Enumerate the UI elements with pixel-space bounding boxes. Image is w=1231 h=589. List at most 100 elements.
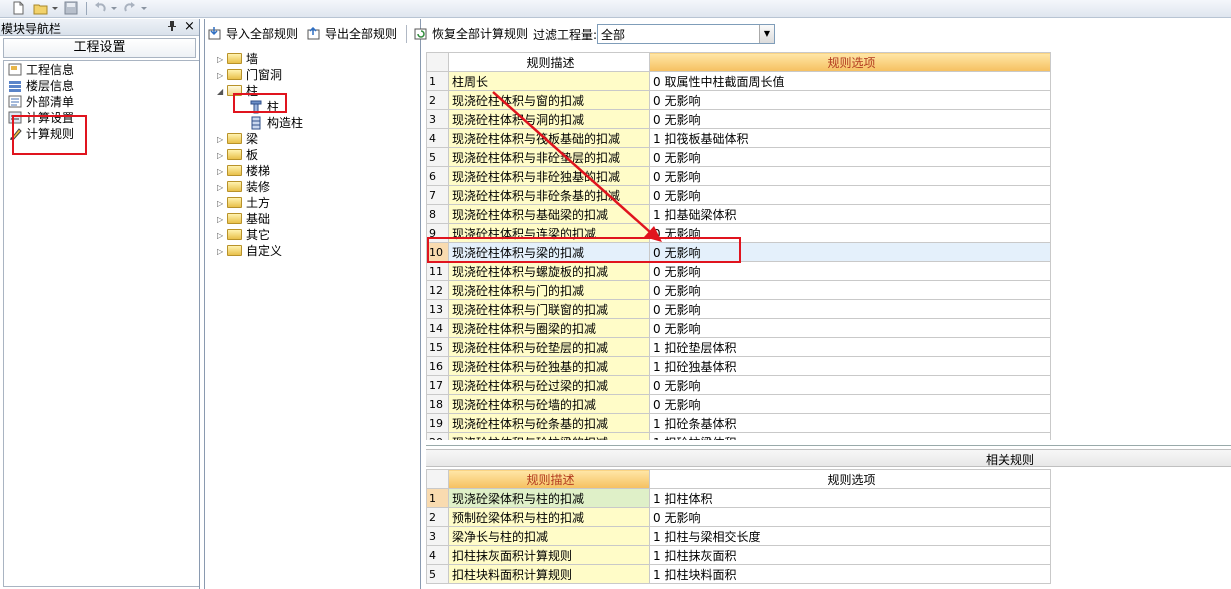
undo-icon[interactable] — [94, 1, 108, 15]
rule-description-cell[interactable]: 扣柱抹灰面积计算规则 — [448, 545, 650, 565]
table-row[interactable]: 2 现浇砼柱体积与窗的扣减 0 无影响 — [426, 90, 1051, 110]
chevron-down-icon[interactable] — [51, 1, 59, 15]
table-row[interactable]: 12 现浇砼柱体积与门的扣减 0 无影响 — [426, 280, 1051, 300]
rule-option-cell[interactable]: 0 无影响 — [649, 318, 1051, 338]
rule-option-cell[interactable]: 1 扣柱块料面积 — [649, 564, 1051, 584]
tree-node-beam[interactable]: ▷ 梁 — [217, 131, 258, 147]
rule-option-cell[interactable]: 1 扣砼拉梁体积 — [649, 432, 1051, 440]
table-row[interactable]: 1 现浇砼梁体积与柱的扣减 1 扣柱体积 — [426, 488, 1051, 508]
rule-description-cell[interactable]: 现浇砼柱体积与非砼独基的扣减 — [448, 166, 650, 186]
tree-node-slab[interactable]: ▷ 板 — [217, 147, 258, 163]
dropdown-arrow-icon[interactable]: ▼ — [759, 25, 774, 43]
table-row[interactable]: 1 柱周长 0 取属性中柱截面周长值 — [426, 71, 1051, 91]
expand-arrow-icon[interactable]: ▷ — [217, 52, 227, 68]
pin-icon[interactable] — [167, 20, 177, 32]
rule-option-cell[interactable]: 0 无影响 — [649, 394, 1051, 414]
rule-option-cell[interactable]: 1 扣柱抹灰面积 — [649, 545, 1051, 565]
rule-description-cell[interactable]: 现浇砼柱体积与门联窗的扣减 — [448, 299, 650, 319]
table-row[interactable]: 13 现浇砼柱体积与门联窗的扣减 0 无影响 — [426, 299, 1051, 319]
grid-splitter[interactable] — [426, 445, 1231, 446]
rule-option-cell[interactable]: 1 扣柱体积 — [649, 488, 1051, 508]
rule-option-cell[interactable]: 0 无影响 — [649, 185, 1051, 205]
rule-option-cell[interactable]: 1 扣砼独基体积 — [649, 356, 1051, 376]
column-header-description[interactable]: 规则描述 — [448, 52, 650, 72]
expand-arrow-icon[interactable]: ▷ — [217, 180, 227, 196]
expand-arrow-icon[interactable]: ▷ — [217, 244, 227, 260]
tree-node-stairs[interactable]: ▷ 楼梯 — [217, 163, 270, 179]
export-all-rules-button[interactable]: 导出全部规则 — [307, 25, 397, 43]
tree-node-decoration[interactable]: ▷ 装修 — [217, 179, 270, 195]
rule-description-cell[interactable]: 现浇砼柱体积与洞的扣减 — [448, 109, 650, 129]
rule-description-cell[interactable]: 现浇砼柱体积与基础梁的扣减 — [448, 204, 650, 224]
rule-description-cell[interactable]: 现浇砼柱体积与筏板基础的扣减 — [448, 128, 650, 148]
rule-description-cell[interactable]: 现浇砼柱体积与圈梁的扣减 — [448, 318, 650, 338]
chevron-down-icon[interactable] — [140, 1, 148, 15]
tree-node-wall[interactable]: ▷ 墙 — [217, 51, 258, 67]
rule-description-cell[interactable]: 现浇砼柱体积与砼拉梁的扣减 — [448, 432, 650, 440]
rule-option-cell[interactable]: 1 扣砼条基体积 — [649, 413, 1051, 433]
column-header-options[interactable]: 规则选项 — [649, 52, 1051, 72]
rule-description-cell[interactable]: 梁净长与柱的扣减 — [448, 526, 650, 546]
table-row[interactable]: 8 现浇砼柱体积与基础梁的扣减 1 扣基础梁体积 — [426, 204, 1051, 224]
table-row[interactable]: 4 现浇砼柱体积与筏板基础的扣减 1 扣筏板基础体积 — [426, 128, 1051, 148]
table-row[interactable]: 7 现浇砼柱体积与非砼条基的扣减 0 无影响 — [426, 185, 1051, 205]
expand-arrow-icon[interactable]: ▷ — [217, 164, 227, 180]
expand-arrow-icon[interactable]: ▷ — [217, 68, 227, 84]
table-row[interactable]: 5 扣柱块料面积计算规则 1 扣柱块料面积 — [426, 564, 1051, 584]
column-header-description[interactable]: 规则描述 — [448, 469, 650, 489]
rule-description-cell[interactable]: 现浇砼柱体积与螺旋板的扣减 — [448, 261, 650, 281]
expand-arrow-icon[interactable]: ▷ — [217, 132, 227, 148]
rule-option-cell[interactable]: 0 无影响 — [649, 109, 1051, 129]
tree-node-door-window[interactable]: ▷ 门窗洞 — [217, 67, 282, 83]
filter-quantity-select[interactable]: 全部 ▼ — [597, 24, 775, 44]
new-file-icon[interactable] — [11, 1, 25, 15]
rule-description-cell[interactable]: 现浇砼柱体积与砼墙的扣减 — [448, 394, 650, 414]
expand-arrow-icon[interactable]: ▷ — [217, 212, 227, 228]
rule-option-cell[interactable]: 1 扣柱与梁相交长度 — [649, 526, 1051, 546]
rule-option-cell[interactable]: 1 扣基础梁体积 — [649, 204, 1051, 224]
table-row[interactable]: 6 现浇砼柱体积与非砼独基的扣减 0 无影响 — [426, 166, 1051, 186]
rule-option-cell[interactable]: 0 无影响 — [649, 280, 1051, 300]
tree-node-foundation[interactable]: ▷ 基础 — [217, 211, 270, 227]
nav-item-floor-info[interactable]: 楼层信息 — [8, 78, 74, 94]
table-row[interactable]: 3 现浇砼柱体积与洞的扣减 0 无影响 — [426, 109, 1051, 129]
column-header-options[interactable]: 规则选项 — [649, 469, 1051, 489]
rule-option-cell[interactable]: 0 无影响 — [649, 299, 1051, 319]
expand-arrow-icon[interactable]: ▷ — [217, 196, 227, 212]
table-row[interactable]: 11 现浇砼柱体积与螺旋板的扣减 0 无影响 — [426, 261, 1051, 281]
close-icon[interactable]: × — [184, 19, 195, 34]
rule-option-cell[interactable]: 0 无影响 — [649, 90, 1051, 110]
rule-option-cell[interactable]: 0 无影响 — [649, 261, 1051, 281]
expand-arrow-icon[interactable]: ▷ — [217, 148, 227, 164]
expand-arrow-icon[interactable]: ▷ — [217, 228, 227, 244]
nav-item-project-info[interactable]: 工程信息 — [8, 62, 74, 78]
nav-item-external-list[interactable]: 外部清单 — [8, 94, 74, 110]
import-all-rules-button[interactable]: 导入全部规则 — [208, 25, 298, 43]
rule-description-cell[interactable]: 现浇砼柱体积与非砼条基的扣减 — [448, 185, 650, 205]
rule-description-cell[interactable]: 现浇砼柱体积与砼独基的扣减 — [448, 356, 650, 376]
table-row[interactable]: 14 现浇砼柱体积与圈梁的扣减 0 无影响 — [426, 318, 1051, 338]
table-row[interactable]: 19 现浇砼柱体积与砼条基的扣减 1 扣砼条基体积 — [426, 413, 1051, 433]
rule-option-cell[interactable]: 0 无影响 — [649, 507, 1051, 527]
tree-node-custom[interactable]: ▷ 自定义 — [217, 243, 282, 259]
restore-all-rules-button[interactable]: 恢复全部计算规则 — [414, 25, 528, 43]
rule-description-cell[interactable]: 现浇砼梁体积与柱的扣减 — [448, 488, 650, 508]
rule-description-cell[interactable]: 扣柱块料面积计算规则 — [448, 564, 650, 584]
rule-description-cell[interactable]: 预制砼梁体积与柱的扣减 — [448, 507, 650, 527]
collapse-arrow-icon[interactable]: ◢ — [217, 84, 227, 100]
table-row[interactable]: 4 扣柱抹灰面积计算规则 1 扣柱抹灰面积 — [426, 545, 1051, 565]
chevron-down-icon[interactable] — [110, 1, 118, 15]
rule-description-cell[interactable]: 现浇砼柱体积与窗的扣减 — [448, 90, 650, 110]
rule-description-cell[interactable]: 现浇砼柱体积与砼垫层的扣减 — [448, 337, 650, 357]
rule-description-cell[interactable]: 现浇砼柱体积与砼条基的扣减 — [448, 413, 650, 433]
rule-option-cell[interactable]: 1 扣砼垫层体积 — [649, 337, 1051, 357]
rule-option-cell[interactable]: 0 无影响 — [649, 375, 1051, 395]
table-row[interactable]: 18 现浇砼柱体积与砼墙的扣减 0 无影响 — [426, 394, 1051, 414]
table-row[interactable]: 20现浇砼柱体积与砼拉梁的扣减1 扣砼拉梁体积 — [426, 432, 1051, 440]
nav-section-header[interactable]: 工程设置 — [3, 38, 196, 58]
rule-option-cell[interactable]: 0 取属性中柱截面周长值 — [649, 71, 1051, 91]
save-icon[interactable] — [64, 1, 78, 15]
rule-description-cell[interactable]: 现浇砼柱体积与非砼垫层的扣减 — [448, 147, 650, 167]
rule-description-cell[interactable]: 现浇砼柱体积与门的扣减 — [448, 280, 650, 300]
table-row[interactable]: 16 现浇砼柱体积与砼独基的扣减 1 扣砼独基体积 — [426, 356, 1051, 376]
